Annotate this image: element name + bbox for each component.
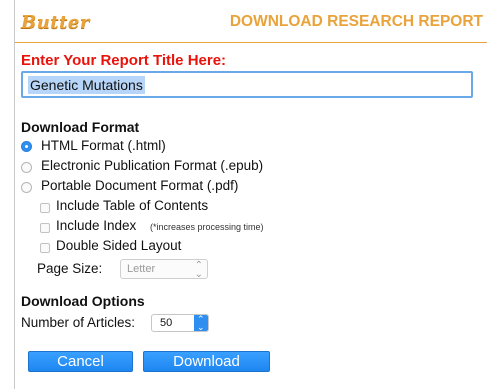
checkbox-double-sided[interactable] — [40, 243, 50, 253]
page-size-label: Page Size: — [37, 261, 103, 276]
radio-html-label: HTML Format (.html) — [41, 138, 166, 153]
butter-logo: Butter — [21, 12, 90, 33]
checkbox-include-index[interactable] — [40, 223, 50, 233]
checkbox-double-sided-label: Double Sided Layout — [56, 238, 182, 253]
left-border — [14, 0, 15, 389]
updown-stepper-icon: ⌃ ⌄ — [194, 315, 208, 332]
radio-epub[interactable] — [21, 162, 32, 173]
report-title-label: Enter Your Report Title Here: — [21, 52, 227, 69]
checkbox-include-index-label: Include Index — [56, 218, 137, 233]
radio-epub-label: Electronic Publication Format (.epub) — [41, 158, 264, 173]
header-divider — [15, 42, 487, 43]
download-options-heading: Download Options — [21, 293, 145, 309]
include-index-note: (*increases processing time) — [150, 222, 264, 232]
checkbox-table-of-contents-label: Include Table of Contents — [56, 198, 209, 213]
updown-chevron-icon: ⌃ ⌄ — [194, 260, 203, 280]
checkbox-table-of-contents[interactable] — [40, 203, 50, 213]
radio-pdf-label: Portable Document Format (.pdf) — [41, 178, 239, 193]
page-size-select[interactable]: Letter ⌃ ⌄ — [120, 259, 208, 280]
articles-select[interactable]: 50 ⌃ ⌄ — [151, 314, 209, 332]
articles-value: 50 — [160, 317, 173, 329]
radio-pdf[interactable] — [21, 182, 32, 193]
download-button[interactable]: Download — [143, 351, 270, 372]
report-title-input[interactable]: Genetic Mutations — [21, 71, 473, 98]
page-size-value: Letter — [127, 263, 156, 275]
download-format-heading: Download Format — [21, 119, 140, 135]
report-title-value: Genetic Mutations — [28, 76, 145, 94]
header-title: DOWNLOAD RESEARCH REPORT — [229, 13, 483, 30]
download-report-dialog: Butter DOWNLOAD RESEARCH REPORT Enter Yo… — [0, 0, 487, 389]
articles-label: Number of Articles: — [21, 315, 136, 330]
cancel-button[interactable]: Cancel — [28, 351, 133, 372]
radio-html[interactable] — [21, 141, 32, 152]
